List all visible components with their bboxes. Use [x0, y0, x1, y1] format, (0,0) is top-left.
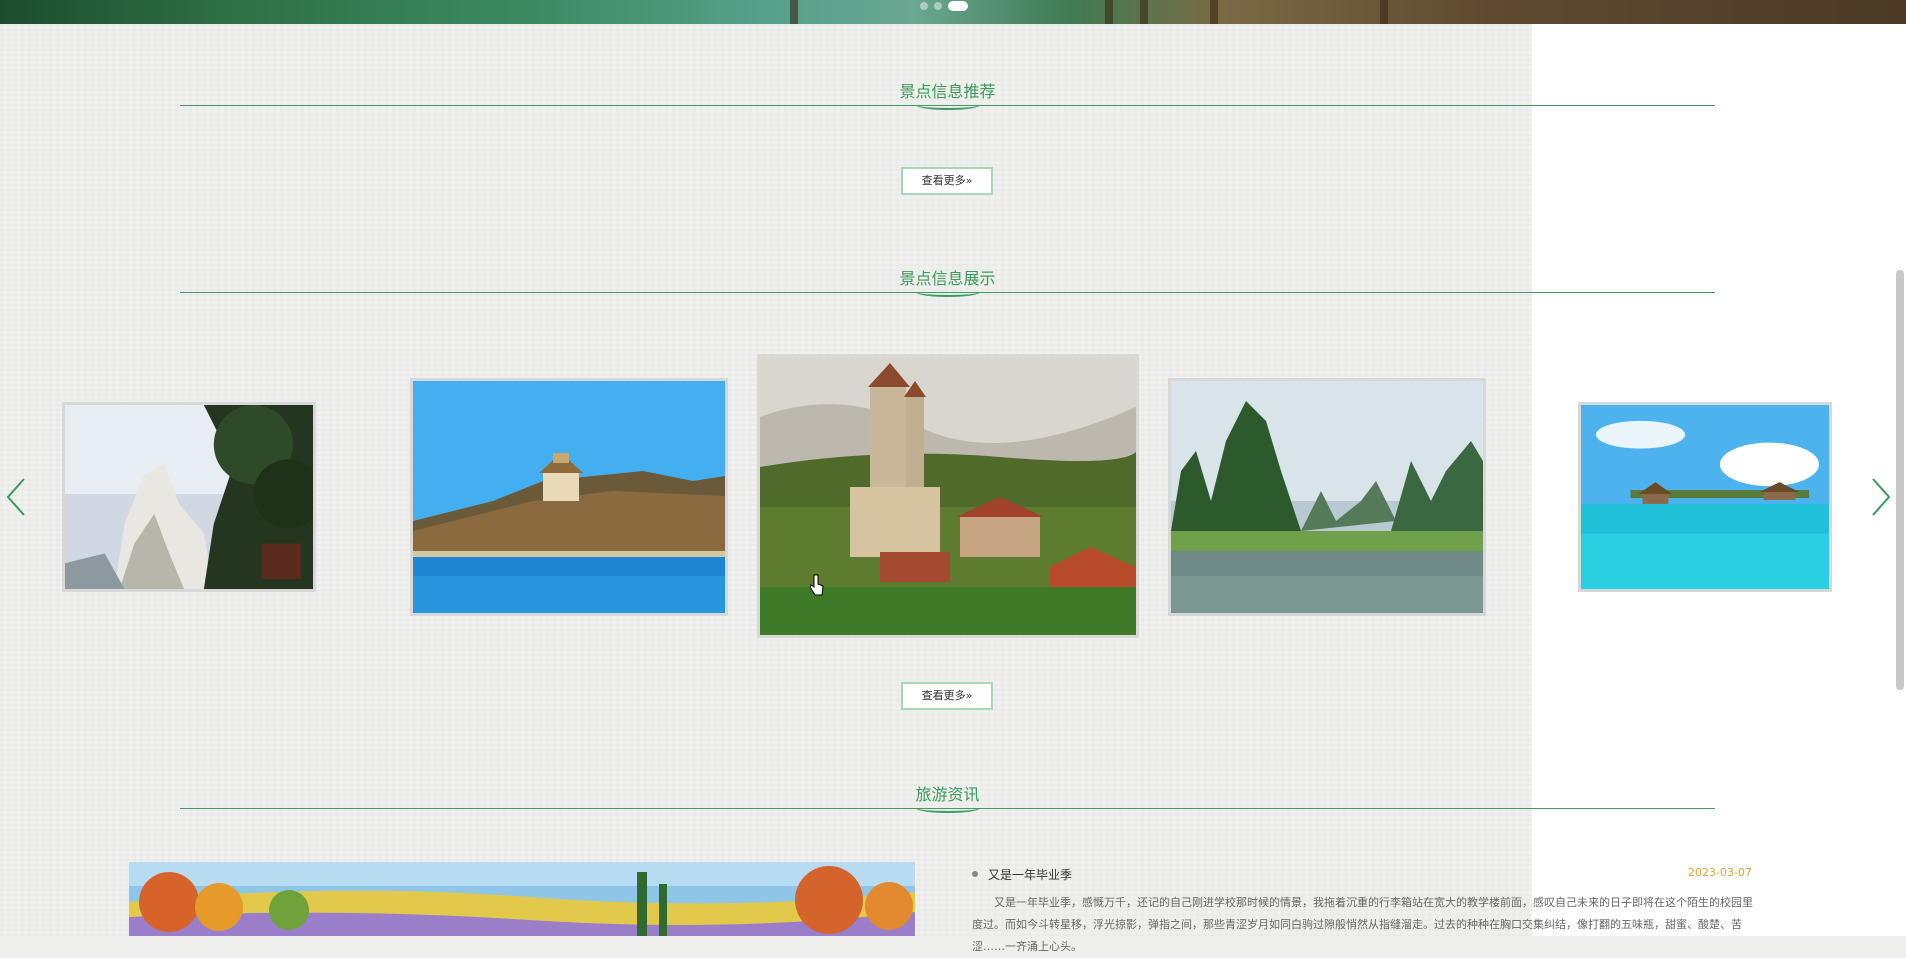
- hero-banner: [0, 0, 1906, 24]
- section-divider-ornament: [916, 100, 980, 110]
- hero-dot[interactable]: [920, 2, 928, 10]
- news-title[interactable]: 又是一年毕业季: [988, 866, 1072, 883]
- hero-pagination[interactable]: [920, 0, 968, 12]
- hero-dot-active[interactable]: [948, 1, 968, 11]
- section-title-news: 旅游资讯: [915, 785, 980, 804]
- news-excerpt: 又是一年毕业季，感慨万千，还记的自己刚进学校那时候的情景，我拖着沉重的行李箱站在…: [972, 896, 1753, 953]
- view-more-button-showcase[interactable]: 查看更多»: [901, 682, 993, 710]
- carousel-slide-karst-river[interactable]: [1168, 378, 1486, 616]
- carousel-prev-arrow-icon[interactable]: [4, 475, 28, 519]
- section-divider-ornament: [916, 803, 980, 813]
- news-date: 2023-03-07: [1688, 866, 1752, 879]
- carousel-next-arrow-icon[interactable]: [1869, 475, 1893, 519]
- view-more-button-recommend[interactable]: 查看更多»: [901, 167, 993, 195]
- carousel-slide-cliff[interactable]: [62, 402, 316, 592]
- hero-dot[interactable]: [934, 2, 942, 10]
- carousel-slide-summer-palace[interactable]: [410, 378, 728, 616]
- section-divider-ornament: [916, 287, 980, 297]
- page-scrollbar[interactable]: [1896, 270, 1904, 690]
- carousel-slide-tropical-resort[interactable]: [1578, 402, 1832, 592]
- section-title-recommend: 景点信息推荐: [899, 82, 996, 101]
- pointer-hand-icon: [810, 574, 824, 596]
- news-thumbnail[interactable]: [129, 862, 915, 936]
- news-bullet-icon: [972, 871, 978, 877]
- section-title-showcase: 景点信息展示: [899, 269, 996, 288]
